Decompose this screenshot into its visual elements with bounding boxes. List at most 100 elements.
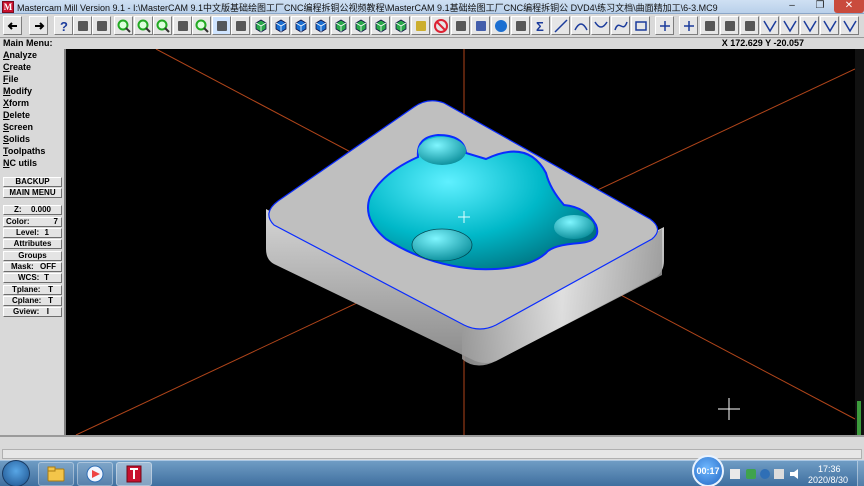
chain-button[interactable] [511, 16, 530, 35]
clock-date[interactable]: 2020/8/30 [808, 475, 848, 485]
cube-view3-button[interactable] [371, 16, 390, 35]
cube-view1-button[interactable] [331, 16, 350, 35]
arc-button[interactable] [571, 16, 590, 35]
select-button[interactable] [212, 16, 231, 35]
menu-toolpaths[interactable]: Toolpaths [3, 146, 45, 157]
flag-tray-icon[interactable] [774, 469, 784, 479]
main-menu-button[interactable]: MAIN MENU [3, 188, 62, 198]
cube-view2-button[interactable] [351, 16, 370, 35]
menu-create[interactable]: Create [3, 62, 31, 73]
groups-button[interactable]: Groups [3, 251, 62, 261]
help-button[interactable]: ? [54, 16, 73, 35]
line-button[interactable] [551, 16, 570, 35]
zoom-out-button[interactable] [134, 16, 153, 35]
point-button[interactable] [655, 16, 674, 35]
plus-button[interactable] [679, 16, 698, 35]
close-button[interactable]: ✕ [834, 0, 864, 13]
repaint-button[interactable] [231, 16, 250, 35]
start-button[interactable] [2, 460, 30, 486]
toolpath-button[interactable] [720, 16, 739, 35]
draw-button[interactable] [451, 16, 470, 35]
level-value: 1 [44, 228, 49, 237]
viewport-side-strip [855, 49, 864, 435]
view-side-button[interactable] [291, 16, 310, 35]
sphere-button[interactable] [491, 16, 510, 35]
media-player-taskbar-icon[interactable] [77, 462, 113, 486]
pencil-button[interactable] [411, 16, 430, 35]
menu-delete[interactable]: Delete [3, 110, 30, 121]
x-cut-button[interactable] [760, 16, 779, 35]
verify-button[interactable] [740, 16, 759, 35]
view-front-button[interactable] [271, 16, 290, 35]
cplane-value: T [48, 296, 53, 305]
minimize-button[interactable]: – [778, 0, 806, 13]
attributes-button[interactable]: Attributes [3, 239, 62, 249]
prompt-input[interactable] [2, 449, 862, 459]
level-label: Level: [16, 228, 40, 237]
main-menu-heading: Main Menu: [3, 38, 53, 48]
rectangle-button[interactable] [631, 16, 650, 35]
cplane-button[interactable]: Cplane: T [3, 296, 62, 306]
svg-text:?: ? [60, 19, 68, 34]
mask-button[interactable]: Mask: OFF [3, 262, 62, 272]
gview-button[interactable]: Gview: I [3, 307, 62, 317]
zoom-out-icon [137, 19, 151, 33]
menu-screen[interactable]: Screen [3, 122, 33, 133]
chamfer-button[interactable] [780, 16, 799, 35]
transform-button[interactable] [700, 16, 719, 35]
tplane-button[interactable]: Tplane: T [3, 285, 62, 295]
menu-solids[interactable]: Solids [3, 134, 30, 145]
menu-modify[interactable]: Modify [3, 86, 32, 97]
trim-button[interactable] [840, 16, 859, 35]
color-button[interactable]: Color: 7 [3, 217, 62, 227]
mastercam-app-icon[interactable]: M [2, 1, 14, 13]
recording-timer-badge[interactable]: 00:17 [692, 455, 724, 486]
rectangle-icon [635, 21, 647, 31]
security-tray-icon[interactable] [746, 469, 756, 479]
zoom-in-button[interactable] [114, 16, 133, 35]
zoom-fit-button[interactable] [192, 16, 211, 35]
keyboard-tray-icon[interactable] [730, 469, 740, 479]
zoom-window-button[interactable] [153, 16, 172, 35]
title-bar: M Mastercam Mill Version 9.1 - I:\Master… [0, 0, 864, 14]
mastercam-taskbar-icon[interactable] [116, 462, 152, 486]
y-cut-button[interactable] [800, 16, 819, 35]
analyze-button[interactable] [92, 16, 111, 35]
wcs-button[interactable]: WCS: T [3, 273, 62, 283]
volume-tray-icon[interactable] [790, 469, 798, 479]
arrow-right-button[interactable] [29, 16, 48, 35]
maximize-button[interactable]: ❐ [806, 0, 834, 13]
show-desktop-button[interactable] [857, 461, 864, 486]
pan-button[interactable] [173, 16, 192, 35]
level-button[interactable]: Level: 1 [3, 228, 62, 238]
menu-nc-utils[interactable]: NC utils [3, 158, 37, 169]
spline-button[interactable] [611, 16, 630, 35]
bear-ear-right [554, 215, 594, 239]
help-icon: ? [60, 19, 68, 34]
z-depth-button[interactable]: Z: 0.000 [3, 205, 62, 215]
sigma-button[interactable]: Σ [531, 16, 550, 35]
no-entry-button[interactable] [431, 16, 450, 35]
explorer-taskbar-icon[interactable] [38, 462, 74, 486]
v-cut-button[interactable] [820, 16, 839, 35]
view-top-button[interactable] [251, 16, 270, 35]
spline-icon [614, 21, 628, 31]
graphics-viewport[interactable] [66, 48, 856, 436]
curve-button[interactable] [591, 16, 610, 35]
zoom-fit-icon [195, 19, 209, 33]
menu-xform[interactable]: Xform [3, 98, 29, 109]
arrow-left-button[interactable] [3, 16, 22, 35]
svg-text:Σ: Σ [536, 19, 544, 34]
clock-time[interactable]: 17:36 [818, 464, 841, 474]
menu-analyze[interactable]: Analyze [3, 50, 37, 61]
calculator-button[interactable] [73, 16, 92, 35]
curve-icon [594, 21, 608, 28]
view-iso-button[interactable] [311, 16, 330, 35]
arrow-right-icon [35, 22, 45, 30]
backup-button[interactable]: BACKUP [3, 177, 62, 187]
menu-file[interactable]: File [3, 74, 19, 85]
undo-button[interactable] [471, 16, 490, 35]
network-tray-icon[interactable] [760, 469, 770, 479]
cplane-label: Cplane: [12, 296, 42, 305]
cube-view4-button[interactable] [391, 16, 410, 35]
